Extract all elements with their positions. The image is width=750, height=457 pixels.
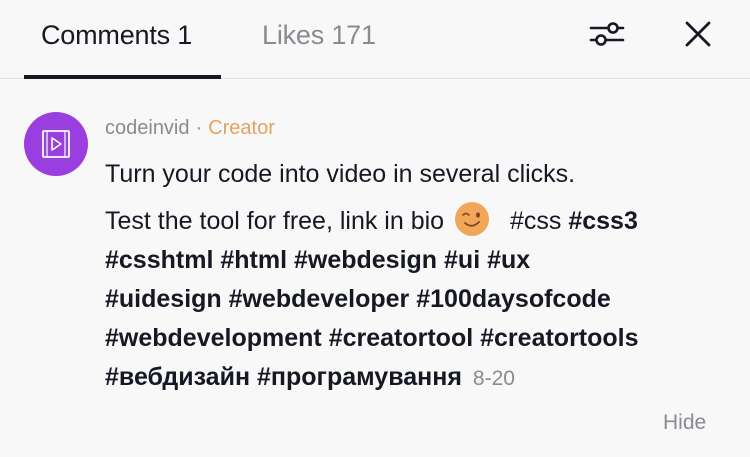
comment-text: Test the tool for free, link in bio: [105, 207, 445, 235]
close-button[interactable]: [683, 19, 713, 49]
winking-face-emoji: [455, 202, 490, 236]
tab-comments[interactable]: Comments 1: [41, 20, 192, 51]
comment-text-line: #вебдизайн #програмування 8-20: [105, 358, 725, 398]
hashtag-link[interactable]: #creatortools: [480, 324, 638, 352]
hashtag-link[interactable]: #ui: [444, 246, 480, 274]
hashtag-link[interactable]: #webdevelopment: [105, 324, 322, 352]
hashtag-link[interactable]: #css3: [568, 207, 638, 235]
comment-text-line: #csshtml #html #webdesign #ui #ux: [105, 241, 725, 280]
hashtag-link[interactable]: #csshtml: [105, 246, 213, 274]
comment-text-line: #uidesign #webdeveloper #100daysofcode: [105, 280, 725, 319]
hashtag-link[interactable]: #ux: [487, 246, 530, 274]
hashtag-link[interactable]: #вебдизайн: [105, 363, 250, 391]
hashtag-link[interactable]: #css: [510, 207, 561, 235]
hashtag-link[interactable]: #webdeveloper: [229, 285, 410, 313]
comments-header: Comments 1 Likes 171: [0, 0, 750, 79]
hashtag-link[interactable]: #html: [220, 246, 287, 274]
comment-meta: codeinvid · Creator: [105, 116, 725, 140]
avatar[interactable]: [24, 112, 88, 176]
comment-username[interactable]: codeinvid: [105, 117, 190, 139]
comment-text-line: #webdevelopment #creatortool #creatortoo…: [105, 319, 725, 358]
comment-text-line: Test the tool for free, link in bio #css…: [105, 200, 725, 241]
sliders-filter-icon: [589, 22, 625, 46]
hashtag-link[interactable]: #creatortool: [329, 324, 473, 352]
meta-separator: ·: [195, 117, 203, 139]
hashtag-link[interactable]: #uidesign: [105, 285, 222, 313]
hide-button[interactable]: Hide: [663, 411, 706, 435]
hashtag-link[interactable]: #програмування: [257, 363, 462, 391]
tab-likes[interactable]: Likes 171: [262, 20, 376, 51]
comment-item: codeinvid · Creator Turn your code into vi…: [105, 116, 725, 398]
comment-date: 8-20: [472, 367, 515, 390]
hashtag-link[interactable]: #webdesign: [294, 246, 437, 274]
play-video-icon: [42, 130, 70, 158]
comment-text-line: Turn your code into video in several cli…: [105, 160, 576, 188]
filter-button[interactable]: [587, 18, 627, 50]
close-icon: [685, 21, 711, 47]
creator-badge: Creator: [208, 117, 275, 139]
active-tab-indicator: [24, 75, 221, 79]
hashtag-link[interactable]: #100daysofcode: [416, 285, 611, 313]
